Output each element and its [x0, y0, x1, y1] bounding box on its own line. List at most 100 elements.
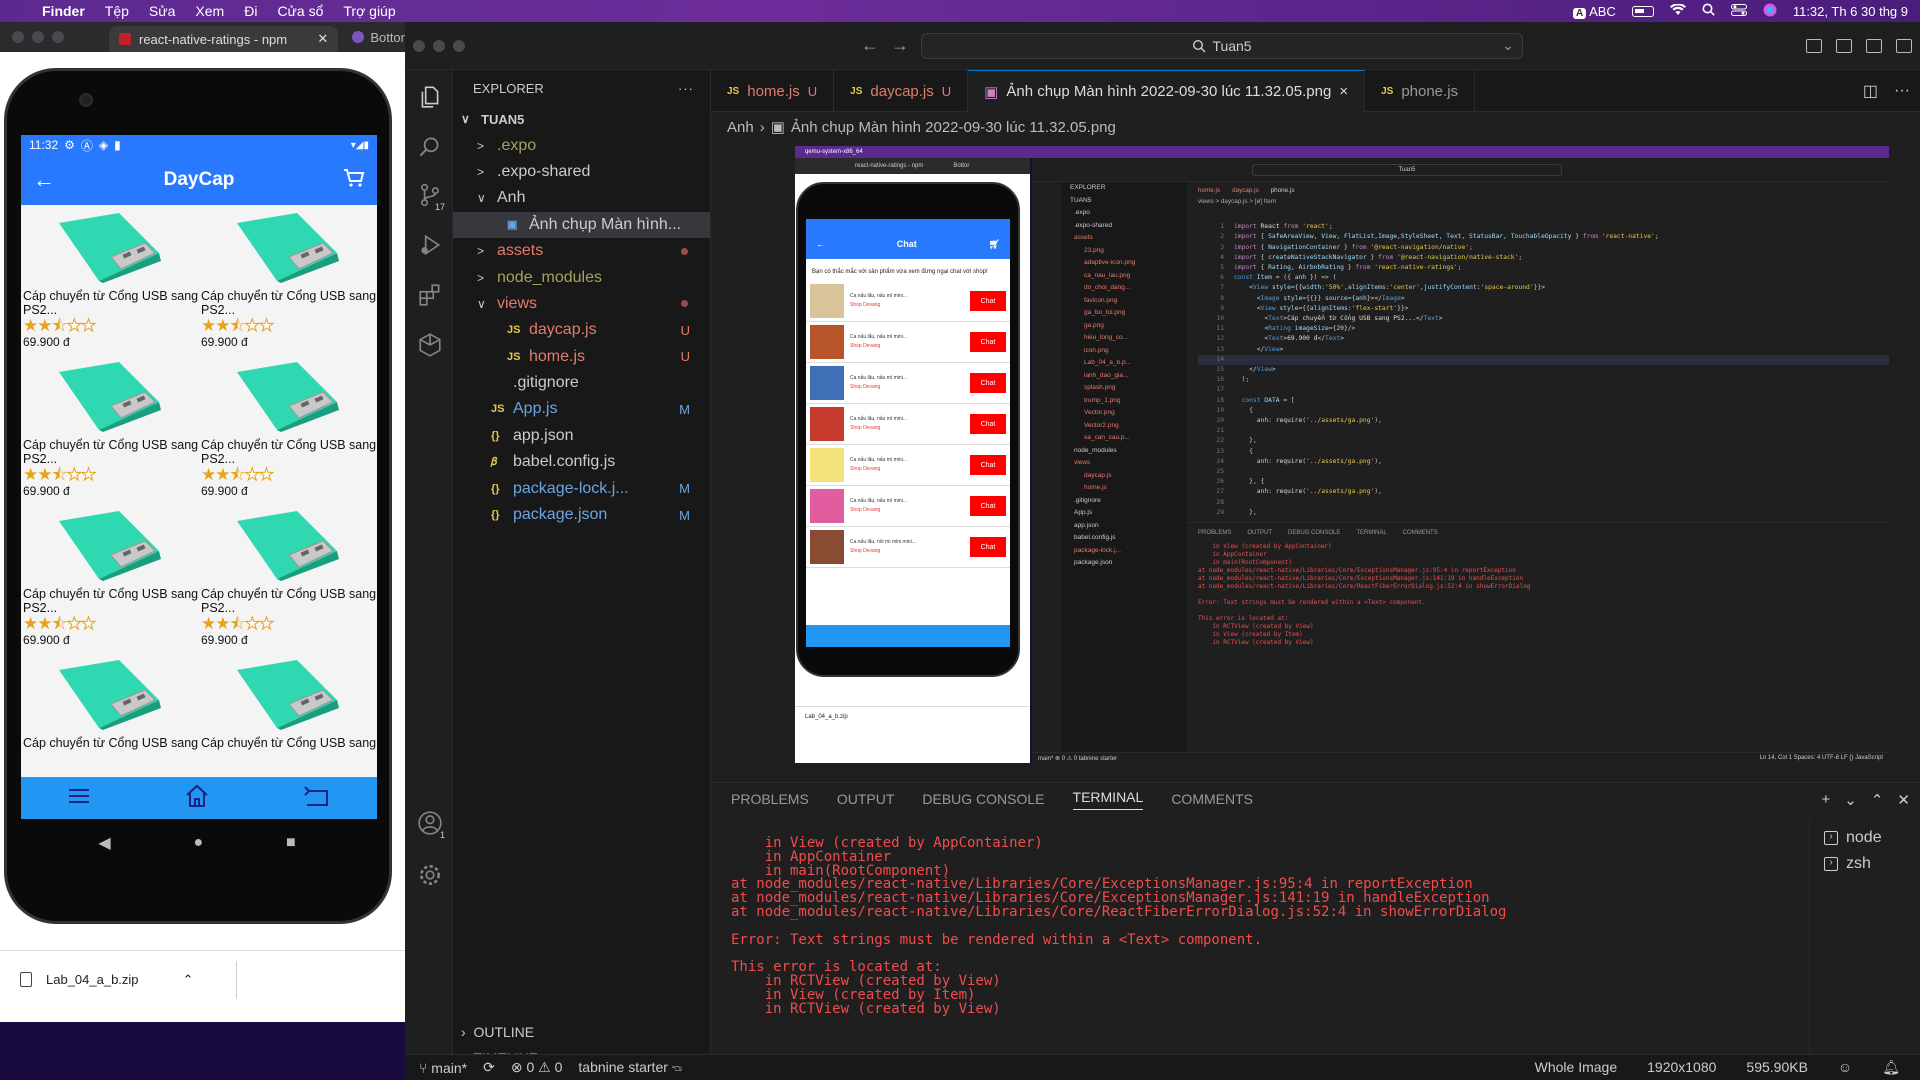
- tree-file[interactable]: 𝛽 babel.config.js: [453, 449, 710, 475]
- product-card[interactable]: Cáp chuyển từ Cổng USB sang PS2... ★★⯪★★ 6…: [201, 205, 377, 354]
- zoom-dot-icon[interactable]: [453, 39, 465, 52]
- menu-item-edit[interactable]: Sửa: [149, 3, 176, 19]
- product-card[interactable]: Cáp chuyển từ Cổng USB sang PS2... ★★⯪★★ 6…: [201, 354, 377, 503]
- breadcrumb-folder[interactable]: Anh: [727, 119, 754, 136]
- menu-item-go[interactable]: Đi: [244, 3, 257, 19]
- panel-tab-problems[interactable]: PROBLEMS: [731, 791, 809, 807]
- menu-clock[interactable]: 11:32, Th 6 30 thg 9: [1793, 4, 1908, 19]
- outline-section[interactable]: › OUTLINE: [453, 1024, 534, 1040]
- command-center-search[interactable]: Tuan5 ⌄: [921, 32, 1523, 59]
- rating-stars[interactable]: ★★⯪★★: [201, 614, 377, 633]
- toggle-sidebar-icon[interactable]: [1806, 38, 1822, 53]
- product-card[interactable]: Cáp chuyển từ Cổng USB sang PS2... ★★⯪★★ 6…: [23, 354, 199, 503]
- battery-icon[interactable]: [1631, 5, 1654, 17]
- cart-icon[interactable]: [335, 168, 365, 193]
- tree-folder[interactable]: > .expo-shared: [453, 159, 710, 185]
- control-center-icon[interactable]: [1730, 3, 1747, 19]
- arrow-right-icon[interactable]: →: [891, 35, 909, 56]
- panel-tab-output[interactable]: OUTPUT: [837, 791, 895, 807]
- tree-file[interactable]: {} app.json: [453, 423, 710, 449]
- editor-tab[interactable]: ▣ Ảnh chụp Màn hình 2022-09-30 lúc 11.32.…: [968, 70, 1366, 112]
- tree-file[interactable]: .gitignore: [453, 370, 710, 396]
- rating-stars[interactable]: ★★⯪★★: [23, 316, 199, 335]
- close-panel-icon[interactable]: ✕: [1897, 791, 1910, 809]
- tree-folder[interactable]: ∨ views: [453, 291, 710, 317]
- menu-item-file[interactable]: Tệp: [105, 3, 129, 19]
- close-dot-icon[interactable]: [12, 31, 24, 43]
- editor-tab[interactable]: JS home.js U: [711, 70, 835, 112]
- arrow-left-icon[interactable]: ←: [861, 35, 879, 56]
- customize-layout-icon[interactable]: [1896, 38, 1912, 53]
- problems-status[interactable]: ⊗ 0 ⚠ 0: [511, 1059, 563, 1076]
- rating-stars[interactable]: ★★⯪★★: [23, 614, 199, 633]
- panel-tab-debug-console[interactable]: DEBUG CONSOLE: [922, 791, 1044, 807]
- spotlight-search-icon[interactable]: [1702, 3, 1715, 19]
- nav-home-icon[interactable]: ●: [193, 834, 203, 852]
- workspace-root[interactable]: ∨ TUAN5: [453, 106, 710, 132]
- tree-file[interactable]: JS home.js U: [453, 344, 710, 370]
- terminal-zsh[interactable]: › zsh: [1810, 851, 1920, 877]
- return-icon[interactable]: [303, 785, 331, 812]
- settings-gear-icon[interactable]: [417, 862, 441, 886]
- notifications-bell-icon[interactable]: 🔔︎: [1882, 1059, 1900, 1076]
- git-branch[interactable]: ⑂ main*: [419, 1060, 467, 1076]
- keyboard-input-menu[interactable]: A ABC: [1572, 4, 1616, 19]
- product-card[interactable]: Cáp chuyển từ Cổng USB sang PS2... ★★⯪★★ 6…: [23, 503, 199, 652]
- siri-icon[interactable]: [1763, 3, 1777, 20]
- home-icon[interactable]: [184, 784, 210, 813]
- chevron-up-icon[interactable]: ⌃: [183, 972, 194, 988]
- product-card[interactable]: Cáp chuyển từ Cổng USB sang PS2... ★★⯪★★ 6…: [201, 503, 377, 652]
- tree-file[interactable]: ▣ Ảnh chụp Màn hình...: [453, 211, 710, 238]
- more-actions-icon[interactable]: ···: [678, 81, 710, 96]
- minimize-dot-icon[interactable]: [32, 31, 44, 43]
- tree-file[interactable]: {} package-lock.j... M: [453, 475, 710, 501]
- rating-stars[interactable]: ★★⯪★★: [23, 465, 199, 484]
- source-control-icon[interactable]: 17: [417, 182, 447, 212]
- accounts-icon[interactable]: 1: [417, 810, 447, 840]
- close-dot-icon[interactable]: [413, 39, 425, 52]
- maximize-panel-icon[interactable]: ⌃: [1871, 791, 1884, 809]
- nav-recents-icon[interactable]: ■: [286, 834, 296, 852]
- close-tab-icon[interactable]: ✕: [317, 31, 328, 47]
- menu-item-help[interactable]: Trợ giúp: [343, 3, 395, 19]
- run-debug-icon[interactable]: [417, 232, 441, 256]
- tree-folder[interactable]: > node_modules: [453, 264, 710, 290]
- minimize-dot-icon[interactable]: [433, 39, 445, 52]
- tree-file[interactable]: {} package.json M: [453, 502, 710, 528]
- extensions-icon[interactable]: [417, 282, 441, 306]
- menu-item-view[interactable]: Xem: [195, 3, 224, 19]
- tabnine-status[interactable]: tabnine starter 👈︎: [578, 1059, 682, 1076]
- back-arrow-icon[interactable]: ←: [33, 167, 63, 193]
- split-editor-icon[interactable]: ◫: [1863, 81, 1878, 101]
- feedback-icon[interactable]: ☺: [1838, 1059, 1852, 1076]
- menu-hamburger-icon[interactable]: [67, 787, 91, 810]
- explorer-icon[interactable]: [417, 84, 441, 108]
- more-actions-icon[interactable]: ···: [1894, 82, 1910, 100]
- tree-folder[interactable]: > assets: [453, 238, 710, 264]
- tree-file[interactable]: JS App.js M: [453, 396, 710, 422]
- tree-file[interactable]: JS daycap.js U: [453, 317, 710, 343]
- browser-tab-npm[interactable]: react-native-ratings - npm ✕: [109, 26, 339, 52]
- toggle-secondary-sidebar-icon[interactable]: [1866, 38, 1882, 53]
- nav-back-icon[interactable]: ◀: [98, 833, 110, 853]
- chevron-down-icon[interactable]: ⌄: [1502, 37, 1514, 54]
- wifi-icon[interactable]: [1669, 2, 1686, 19]
- breadcrumb-file[interactable]: Ảnh chụp Màn hình 2022-09-30 lúc 11.32.0…: [791, 119, 1116, 136]
- panel-tab-comments[interactable]: COMMENTS: [1171, 791, 1253, 807]
- zoom-dot-icon[interactable]: [52, 31, 64, 43]
- editor-tab[interactable]: JS daycap.js U: [834, 70, 969, 112]
- terminal-node[interactable]: › node: [1810, 825, 1920, 851]
- toggle-panel-icon[interactable]: [1836, 38, 1852, 53]
- menu-item-window[interactable]: Cửa sổ: [277, 3, 323, 19]
- browser-tab-second[interactable]: Bottor: [352, 30, 405, 45]
- sync-icon[interactable]: ⟳: [483, 1059, 495, 1076]
- menu-app-name[interactable]: Finder: [42, 3, 85, 19]
- product-card[interactable]: Cáp chuyển từ Cổng USB sang PS2... ★★⯪★★ 6…: [23, 205, 199, 354]
- new-terminal-plus-icon[interactable]: +: [1822, 791, 1831, 809]
- panel-tab-terminal[interactable]: TERMINAL: [1072, 789, 1144, 810]
- tree-folder[interactable]: ∨ Anh: [453, 185, 710, 211]
- tree-folder[interactable]: > .expo: [453, 132, 710, 158]
- chevron-down-icon[interactable]: ⌄: [1844, 791, 1857, 809]
- close-tab-icon[interactable]: ×: [1339, 83, 1348, 100]
- rating-stars[interactable]: ★★⯪★★: [201, 316, 377, 335]
